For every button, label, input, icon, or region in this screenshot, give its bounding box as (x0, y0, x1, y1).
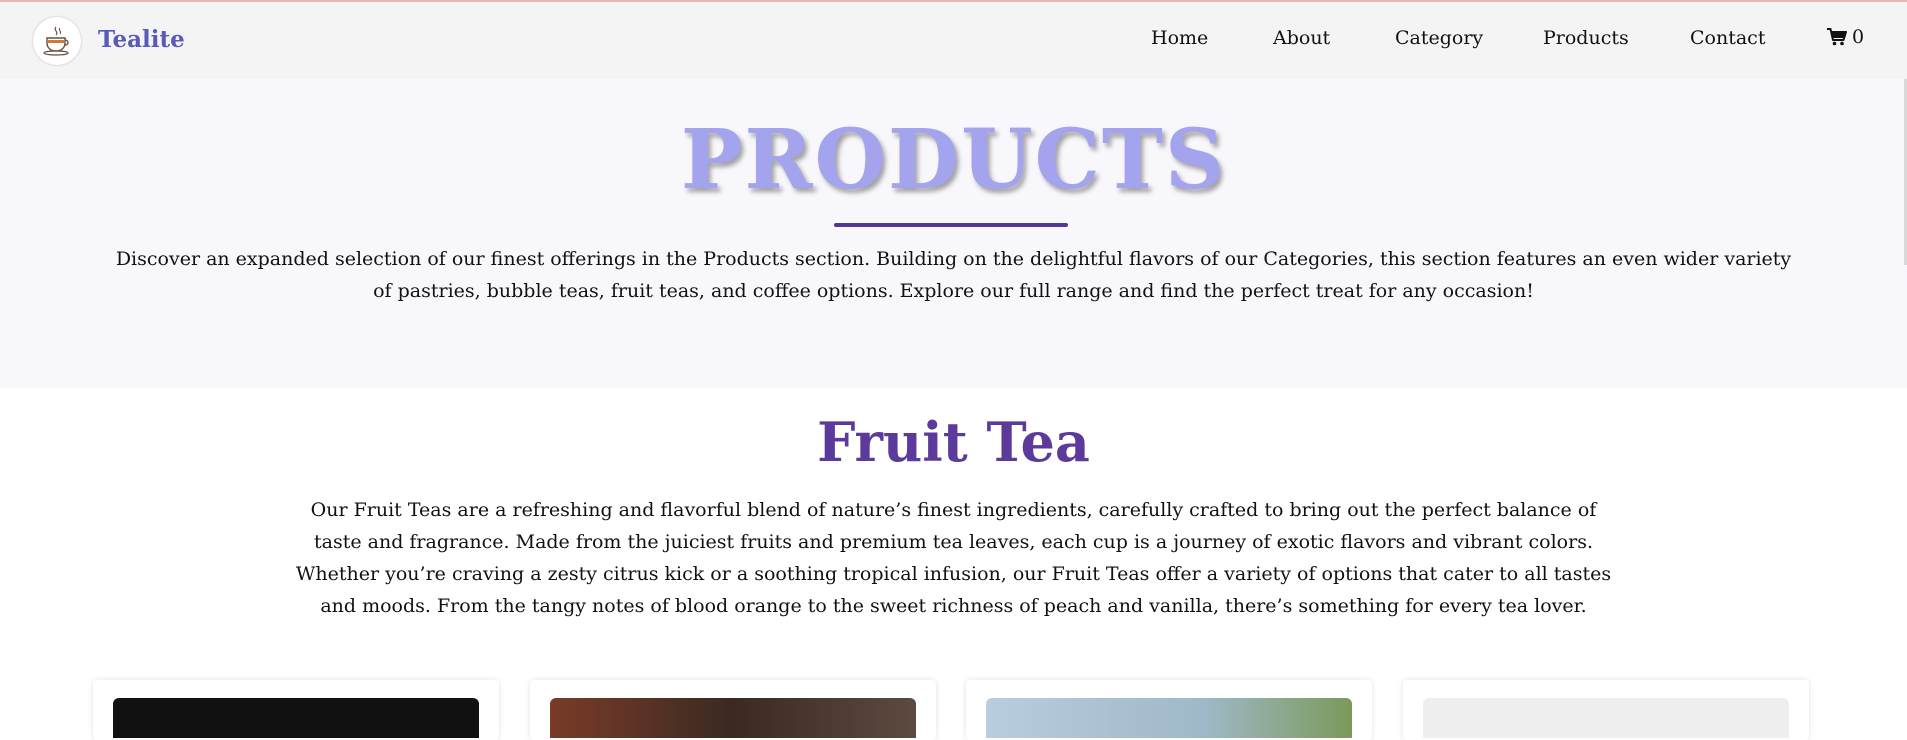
product-card[interactable] (93, 680, 499, 740)
title-underline (834, 223, 1068, 227)
cart-button[interactable]: 0 (1827, 26, 1864, 48)
nav-category[interactable]: Category (1395, 27, 1483, 49)
cart-icon (1827, 28, 1847, 46)
nav-home[interactable]: Home (1151, 27, 1208, 49)
nav-about[interactable]: About (1273, 27, 1330, 49)
products-hero: PRODUCTS Discover an expanded selection … (0, 79, 1907, 388)
nav-contact[interactable]: Contact (1690, 27, 1765, 49)
product-card[interactable] (966, 680, 1372, 740)
product-cards (0, 680, 1907, 740)
product-image (550, 698, 916, 738)
product-image (986, 698, 1352, 738)
hero-description: Discover an expanded selection of our fi… (115, 248, 1792, 302)
cart-count: 0 (1852, 26, 1865, 48)
product-image (113, 698, 479, 738)
product-card[interactable] (1403, 680, 1809, 740)
product-card[interactable] (530, 680, 936, 740)
section-title: Fruit Tea (817, 410, 1090, 474)
section-description: Our Fruit Teas are a refreshing and flav… (295, 499, 1612, 617)
main-nav: Home About Category Products Contact 0 (0, 2, 1907, 79)
product-image (1423, 698, 1789, 738)
navbar: Tealite Home About Category Products Con… (0, 2, 1907, 79)
nav-products[interactable]: Products (1543, 27, 1629, 49)
page-title: PRODUCTS (680, 112, 1227, 208)
